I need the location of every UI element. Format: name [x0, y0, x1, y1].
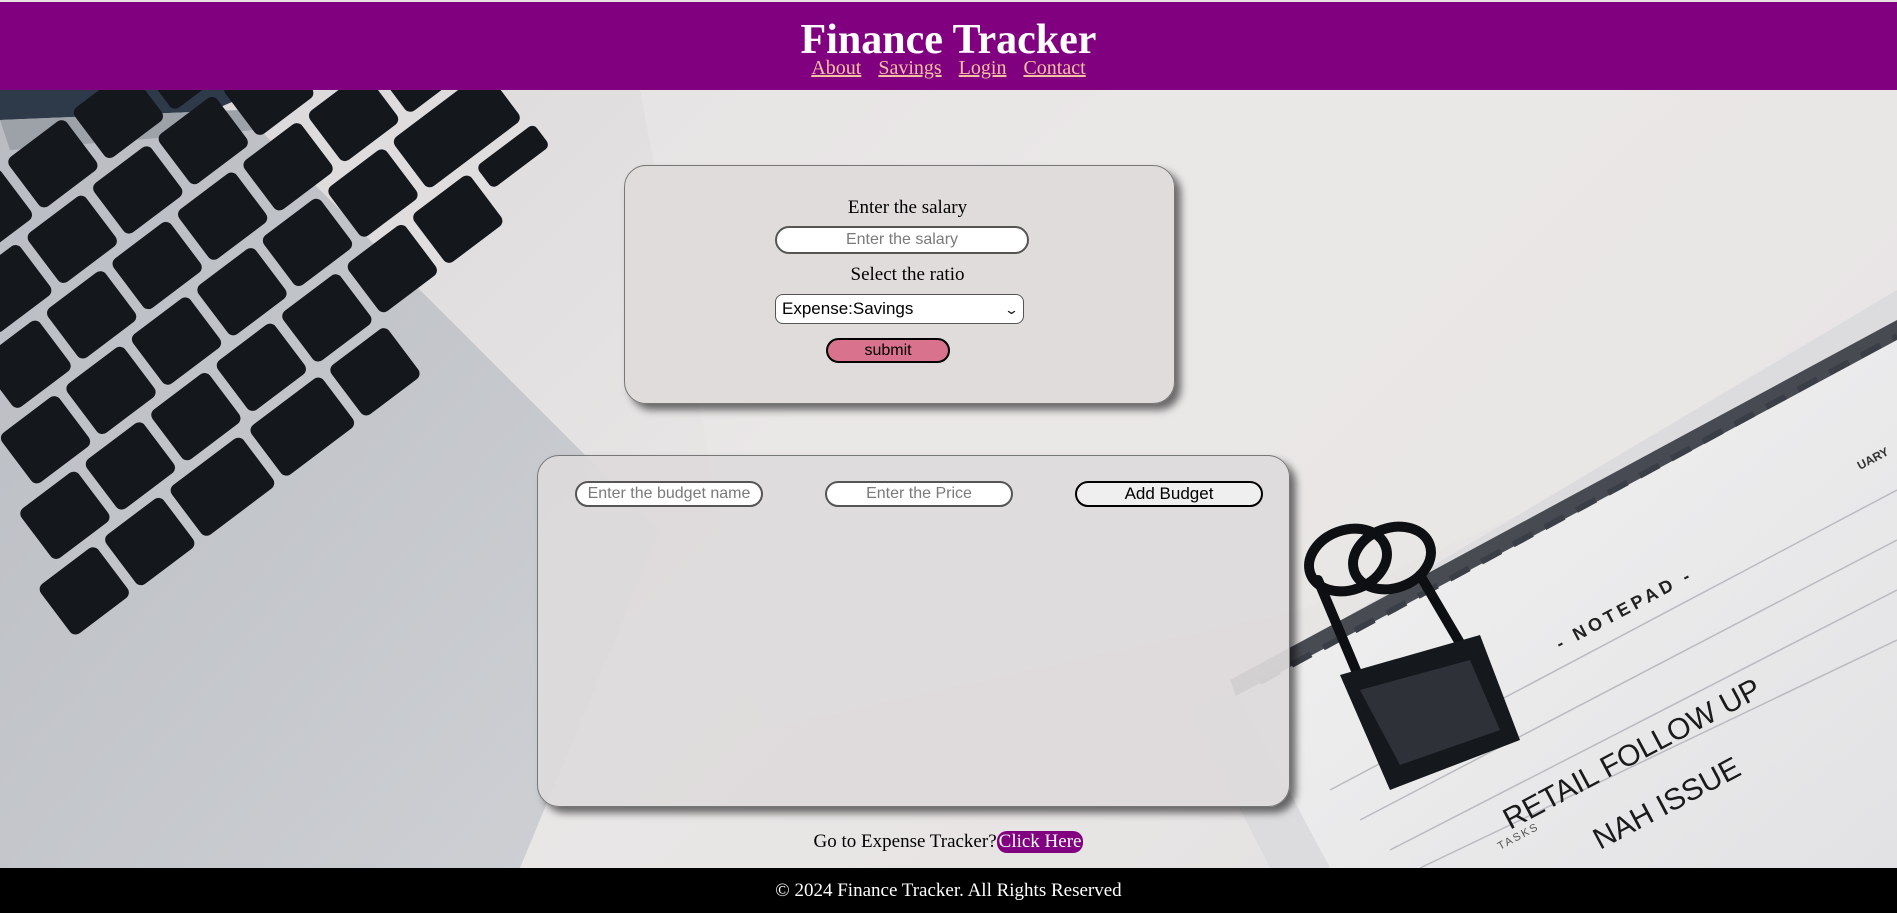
expense-tracker-prompt: Go to Expense Tracker? [813, 831, 997, 852]
salary-input[interactable] [775, 226, 1029, 254]
nav-link-about[interactable]: About [811, 57, 861, 79]
submit-button[interactable]: submit [826, 338, 950, 363]
expense-tracker-prompt-row: Go to Expense Tracker? Click Here [0, 831, 1897, 853]
site-header: Finance Tracker About Savings Login Cont… [0, 2, 1897, 90]
salary-label: Enter the salary [847, 197, 968, 218]
add-budget-button[interactable]: Add Budget [1075, 481, 1263, 507]
ratio-label: Select the ratio [850, 264, 965, 285]
chevron-down-icon: ⌄ [1003, 301, 1020, 317]
ratio-select[interactable]: Expense:Savings ⌄ [775, 294, 1024, 324]
salary-card: Enter the salary Select the ratio Expens… [624, 165, 1175, 404]
price-input[interactable] [825, 481, 1013, 507]
main-nav: About Savings Login Contact [0, 56, 1897, 80]
footer-copyright: © 2024 Finance Tracker. All Rights Reser… [775, 880, 1122, 901]
budget-name-input[interactable] [575, 481, 763, 507]
nav-link-contact[interactable]: Contact [1023, 57, 1085, 79]
ratio-selected-value: Expense:Savings [782, 299, 914, 318]
nav-link-login[interactable]: Login [959, 57, 1007, 79]
nav-link-savings[interactable]: Savings [878, 57, 941, 79]
expense-tracker-link[interactable]: Click Here [996, 831, 1084, 853]
budget-card: Add Budget [537, 455, 1290, 807]
site-footer: © 2024 Finance Tracker. All Rights Reser… [0, 868, 1897, 913]
